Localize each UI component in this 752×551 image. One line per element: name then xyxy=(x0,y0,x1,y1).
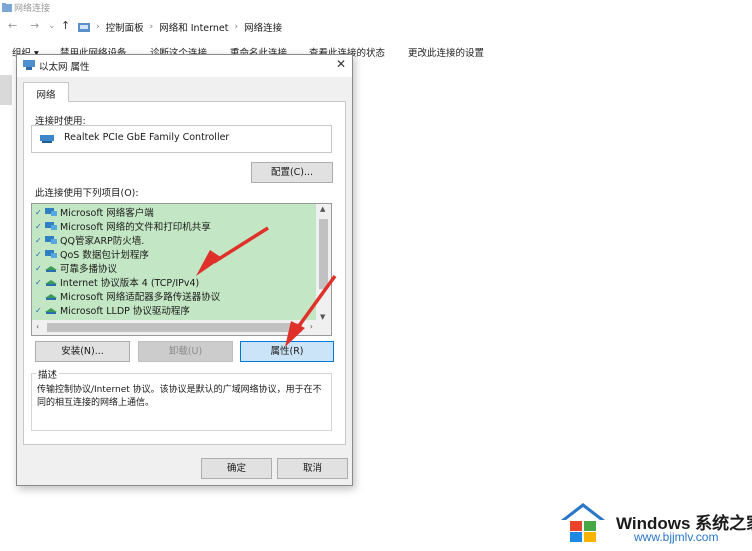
recent-dropdown-icon[interactable]: ⌄ xyxy=(48,21,56,31)
cancel-button[interactable]: 取消 xyxy=(277,458,348,479)
list-item-ipv4[interactable]: ✓ Internet 协议版本 4 (TCP/IPv4) xyxy=(35,275,200,290)
watermark: Windows 系统之家 www.bjjmlv.com xyxy=(560,500,752,548)
chevron-right-icon: › xyxy=(149,22,154,32)
tab-network[interactable]: 网络 xyxy=(23,82,69,102)
scroll-left-icon[interactable]: ‹ xyxy=(36,322,39,331)
ok-button[interactable]: 确定 xyxy=(201,458,272,479)
items-label: 此连接使用下列项目(O): xyxy=(35,188,139,199)
list-item-label: Microsoft 网络适配器多路传送器协议 xyxy=(60,292,221,303)
uninstall-button[interactable]: 卸载(U) xyxy=(138,341,233,362)
close-icon[interactable]: ✕ xyxy=(336,57,346,71)
forward-arrow-icon[interactable]: → xyxy=(30,19,39,32)
back-arrow-icon[interactable]: ← xyxy=(8,19,17,32)
chevron-right-icon: › xyxy=(96,22,100,32)
address-bar: ← → ⌄ ↑ › 控制面板 › 网络和 Internet › 网络连接 xyxy=(0,17,752,37)
control-panel-icon xyxy=(78,22,90,32)
list-item[interactable]: ✓ QoS 数据包计划程序 xyxy=(35,247,149,262)
connection-item-partial[interactable] xyxy=(0,75,12,105)
list-item-label: QQ管家ARP防火墙. xyxy=(60,236,145,247)
network-card-icon xyxy=(40,135,54,143)
network-share-icon xyxy=(45,222,57,230)
breadcrumb: › 控制面板 › 网络和 Internet › 网络连接 xyxy=(78,20,282,34)
description-title: 描述 xyxy=(36,367,60,381)
firewall-icon xyxy=(45,236,57,244)
explorer-window-title: 网络连接 xyxy=(14,4,51,14)
protocol-icon xyxy=(45,266,57,272)
checkbox-checked-icon[interactable]: ✓ xyxy=(35,278,44,287)
scrollbar-thumb[interactable] xyxy=(47,323,302,332)
protocol-icon xyxy=(45,308,57,314)
checkbox-checked-icon[interactable]: ✓ xyxy=(35,208,44,217)
description-group: 描述 传输控制协议/Internet 协议。该协议是默认的广域网络协议，用于在不… xyxy=(31,367,332,431)
dialog-title: 以太网 属性 xyxy=(39,62,90,73)
breadcrumb-item-network-internet[interactable]: 网络和 Internet xyxy=(159,20,228,34)
protocol-icon xyxy=(45,294,57,300)
checkbox-checked-icon[interactable]: ✓ xyxy=(35,250,44,259)
dialog-title-bar: 以太网 属性 ✕ xyxy=(17,55,352,77)
list-item[interactable]: ✓ QQ管家ARP防火墙. xyxy=(35,233,145,248)
vertical-scrollbar[interactable]: ▲ ▼ xyxy=(316,204,331,322)
qos-icon xyxy=(45,250,57,258)
list-item[interactable]: Microsoft 网络适配器多路传送器协议 xyxy=(35,289,220,303)
install-button[interactable]: 安装(N)... xyxy=(35,341,130,362)
list-item-label: Microsoft 网络客户端 xyxy=(60,208,154,219)
list-item-label: QoS 数据包计划程序 xyxy=(60,250,149,261)
ethernet-properties-dialog: 以太网 属性 ✕ 网络 连接时使用: Realtek PCIe GbE Fami… xyxy=(16,54,353,486)
list-item-label: Microsoft 网络的文件和打印机共享 xyxy=(60,222,211,233)
change-settings-button[interactable]: 更改此连接的设置 xyxy=(408,45,484,59)
breadcrumb-item-control-panel[interactable]: 控制面板 xyxy=(106,20,144,34)
chevron-right-icon: › xyxy=(234,22,239,32)
adapter-field: Realtek PCIe GbE Family Controller xyxy=(31,125,332,153)
checkbox-checked-icon[interactable]: ✓ xyxy=(35,306,44,315)
checkbox-checked-icon[interactable]: ✓ xyxy=(35,264,44,273)
breadcrumb-item-network-connections[interactable]: 网络连接 xyxy=(244,20,282,34)
list-item[interactable]: ✓ 可靠多播协议 xyxy=(35,261,118,276)
up-arrow-icon[interactable]: ↑ xyxy=(61,19,70,32)
list-item[interactable]: ✓ Microsoft 网络的文件和打印机共享 xyxy=(35,219,211,234)
horizontal-scrollbar[interactable]: ‹ › xyxy=(32,320,331,335)
list-selection-area: ✓ Microsoft 网络客户端 ✓ Microsoft 网络的文件和打印机共… xyxy=(32,204,317,322)
properties-button[interactable]: 属性(R) xyxy=(240,341,334,362)
scroll-right-icon[interactable]: › xyxy=(310,322,313,331)
checkbox-unchecked-icon[interactable] xyxy=(35,292,44,301)
scroll-up-icon[interactable]: ▲ xyxy=(320,205,325,213)
list-item-label: Microsoft LLDP 协议驱动程序 xyxy=(60,306,190,317)
adapter-name: Realtek PCIe GbE Family Controller xyxy=(64,132,230,143)
components-list[interactable]: ✓ Microsoft 网络客户端 ✓ Microsoft 网络的文件和打印机共… xyxy=(31,203,332,336)
list-item[interactable]: ✓ Microsoft 网络客户端 xyxy=(35,205,154,220)
network-client-icon xyxy=(45,208,57,216)
list-item-label: 可靠多播协议 xyxy=(60,264,118,275)
scrollbar-thumb[interactable] xyxy=(319,219,328,289)
list-item-label: Internet 协议版本 4 (TCP/IPv4) xyxy=(60,278,200,289)
description-text: 传输控制协议/Internet 协议。该协议是默认的广域网络协议，用于在不同的相… xyxy=(37,385,322,408)
list-item[interactable]: ✓ Microsoft LLDP 协议驱动程序 xyxy=(35,303,190,318)
checkbox-checked-icon[interactable]: ✓ xyxy=(35,236,44,245)
network-folder-icon xyxy=(2,3,12,12)
explorer-title-bar: 网络连接 xyxy=(0,0,752,16)
watermark-url: www.bjjmlv.com xyxy=(634,530,719,544)
configure-button[interactable]: 配置(C)... xyxy=(251,162,333,183)
protocol-icon xyxy=(45,280,57,286)
network-adapter-icon xyxy=(23,60,35,70)
checkbox-checked-icon[interactable]: ✓ xyxy=(35,222,44,231)
windows-house-logo xyxy=(561,503,605,542)
